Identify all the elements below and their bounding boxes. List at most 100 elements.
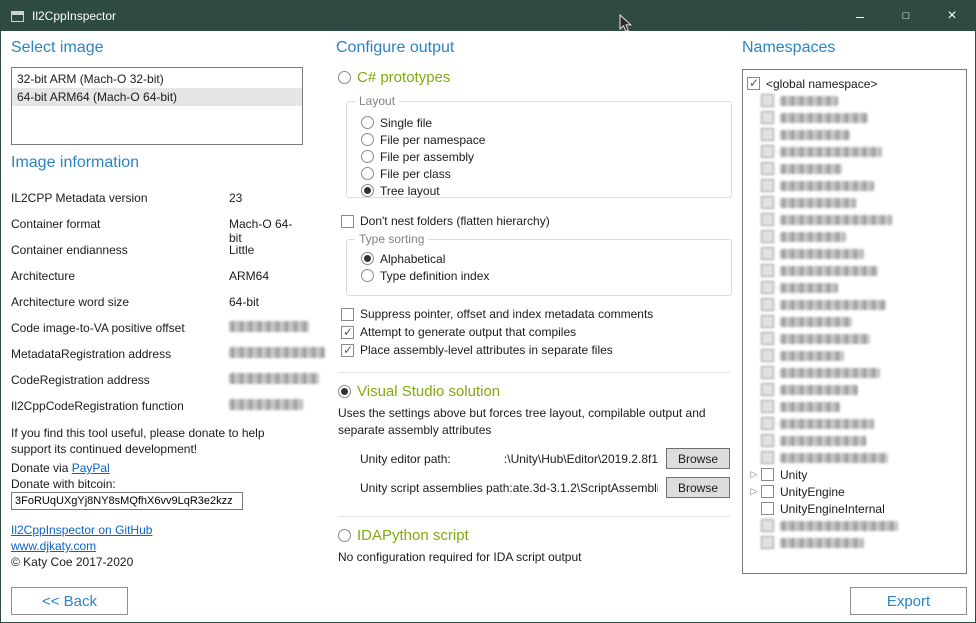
- browse-assemblies-button[interactable]: Browse: [666, 477, 730, 498]
- namespace-item-redacted[interactable]: [747, 211, 966, 228]
- radio-icon[interactable]: [361, 150, 374, 163]
- namespace-item-redacted[interactable]: [747, 245, 966, 262]
- radio-icon[interactable]: [361, 116, 374, 129]
- radio-icon[interactable]: [361, 269, 374, 282]
- flatten-checkbox-row[interactable]: Don't nest folders (flatten hierarchy): [341, 214, 550, 228]
- namespace-item-unityengineinternal[interactable]: UnityEngineInternal: [747, 500, 966, 517]
- list-item[interactable]: 32-bit ARM (Mach-O 32-bit): [12, 70, 302, 88]
- checkbox-icon[interactable]: [761, 230, 774, 243]
- checkbox-icon[interactable]: [761, 247, 774, 260]
- unity-editor-path-value[interactable]: :\Unity\Hub\Editor\2019.2.8f1: [451, 452, 658, 466]
- checkbox-icon[interactable]: [761, 332, 774, 345]
- namespace-item-redacted[interactable]: [747, 92, 966, 109]
- back-button[interactable]: << Back: [11, 587, 128, 615]
- namespace-item-redacted[interactable]: [747, 534, 966, 551]
- expander-icon[interactable]: ▷: [747, 483, 761, 500]
- idapython-radio[interactable]: IDAPython script: [338, 527, 469, 544]
- checkbox-icon[interactable]: [761, 179, 774, 192]
- checkbox-icon[interactable]: [761, 94, 774, 107]
- checkbox-icon[interactable]: [761, 349, 774, 362]
- namespace-item-redacted[interactable]: [747, 279, 966, 296]
- checkbox-icon[interactable]: [341, 308, 354, 321]
- expander-icon[interactable]: ▷: [747, 466, 761, 483]
- namespace-item-redacted[interactable]: [747, 347, 966, 364]
- radio-icon[interactable]: [338, 529, 351, 542]
- checkbox-icon[interactable]: [761, 536, 774, 549]
- layout-option-tree-layout[interactable]: Tree layout: [361, 183, 731, 198]
- checkbox-icon[interactable]: [761, 315, 774, 328]
- checkbox-icon[interactable]: [761, 502, 774, 515]
- checkbox-icon[interactable]: [761, 366, 774, 379]
- checkbox-icon-checked[interactable]: [341, 344, 354, 357]
- radio-icon[interactable]: [361, 133, 374, 146]
- checkbox-icon[interactable]: [761, 468, 774, 481]
- namespace-item-global[interactable]: <global namespace>: [747, 75, 966, 92]
- namespace-item-redacted[interactable]: [747, 228, 966, 245]
- layout-option-file-per-class[interactable]: File per class: [361, 166, 731, 181]
- radio-icon[interactable]: [338, 71, 351, 84]
- checkbox-icon[interactable]: [761, 298, 774, 311]
- suppress-checkbox-row[interactable]: Suppress pointer, offset and index metad…: [341, 307, 653, 321]
- namespace-item-redacted[interactable]: [747, 381, 966, 398]
- website-link[interactable]: www.djkaty.com: [11, 538, 96, 554]
- namespace-item-redacted[interactable]: [747, 398, 966, 415]
- radio-icon[interactable]: [361, 167, 374, 180]
- browse-editor-button[interactable]: Browse: [666, 448, 730, 469]
- checkbox-icon[interactable]: [761, 519, 774, 532]
- bitcoin-address-input[interactable]: [11, 492, 243, 510]
- image-listbox[interactable]: 32-bit ARM (Mach-O 32-bit) 64-bit ARM64 …: [11, 67, 303, 145]
- checkbox-icon[interactable]: [761, 383, 774, 396]
- checkbox-icon[interactable]: [761, 417, 774, 430]
- list-item-selected[interactable]: 64-bit ARM64 (Mach-O 64-bit): [12, 88, 302, 106]
- paypal-link[interactable]: PayPal: [72, 461, 110, 475]
- namespace-item-redacted[interactable]: [747, 449, 966, 466]
- csharp-prototypes-radio[interactable]: C# prototypes: [338, 69, 450, 86]
- namespace-item-redacted[interactable]: [747, 262, 966, 279]
- checkbox-icon[interactable]: [761, 451, 774, 464]
- radio-icon-selected[interactable]: [361, 252, 374, 265]
- checkbox-icon[interactable]: [761, 434, 774, 447]
- export-button[interactable]: Export: [850, 587, 967, 615]
- checkbox-icon[interactable]: [761, 111, 774, 124]
- checkbox-icon[interactable]: [761, 213, 774, 226]
- layout-option-file-per-namespace[interactable]: File per namespace: [361, 132, 731, 147]
- sorting-option-type-definition-index[interactable]: Type definition index: [361, 268, 731, 283]
- visual-studio-radio[interactable]: Visual Studio solution: [338, 383, 500, 400]
- namespace-item-unity[interactable]: ▷ Unity: [747, 466, 966, 483]
- namespace-item-redacted[interactable]: [747, 177, 966, 194]
- namespace-item-unityengine[interactable]: ▷ UnityEngine: [747, 483, 966, 500]
- checkbox-icon-checked[interactable]: [747, 77, 760, 90]
- sorting-option-alphabetical[interactable]: Alphabetical: [361, 251, 731, 266]
- namespaces-tree[interactable]: <global namespace> ▷: [742, 69, 967, 574]
- radio-icon-selected[interactable]: [361, 184, 374, 197]
- namespace-item-redacted[interactable]: [747, 143, 966, 160]
- namespace-item-redacted[interactable]: [747, 160, 966, 177]
- namespace-item-redacted[interactable]: [747, 415, 966, 432]
- unity-assemblies-path-value[interactable]: ate.3d-3.1.2\ScriptAssemblies: [513, 481, 658, 495]
- github-link[interactable]: Il2CppInspector on GitHub: [11, 522, 152, 538]
- radio-icon-selected[interactable]: [338, 385, 351, 398]
- namespace-item-redacted[interactable]: [747, 126, 966, 143]
- attributes-checkbox-row[interactable]: Place assembly-level attributes in separ…: [341, 343, 613, 357]
- checkbox-icon[interactable]: [761, 128, 774, 141]
- layout-option-file-per-assembly[interactable]: File per assembly: [361, 149, 731, 164]
- checkbox-icon-checked[interactable]: [341, 326, 354, 339]
- namespace-item-redacted[interactable]: [747, 364, 966, 381]
- checkbox-icon[interactable]: [341, 215, 354, 228]
- checkbox-icon[interactable]: [761, 162, 774, 175]
- namespace-item-redacted[interactable]: [747, 330, 966, 347]
- namespace-item-redacted[interactable]: [747, 109, 966, 126]
- checkbox-icon[interactable]: [761, 400, 774, 413]
- layout-option-single-file[interactable]: Single file: [361, 115, 731, 130]
- checkbox-icon[interactable]: [761, 196, 774, 209]
- checkbox-icon[interactable]: [761, 145, 774, 158]
- checkbox-icon[interactable]: [761, 264, 774, 277]
- namespace-item-redacted[interactable]: [747, 517, 966, 534]
- namespace-item-redacted[interactable]: [747, 296, 966, 313]
- namespace-item-redacted[interactable]: [747, 313, 966, 330]
- namespace-item-redacted[interactable]: [747, 432, 966, 449]
- compiles-checkbox-row[interactable]: Attempt to generate output that compiles: [341, 325, 576, 339]
- namespace-item-redacted[interactable]: [747, 194, 966, 211]
- checkbox-icon[interactable]: [761, 281, 774, 294]
- checkbox-icon[interactable]: [761, 485, 774, 498]
